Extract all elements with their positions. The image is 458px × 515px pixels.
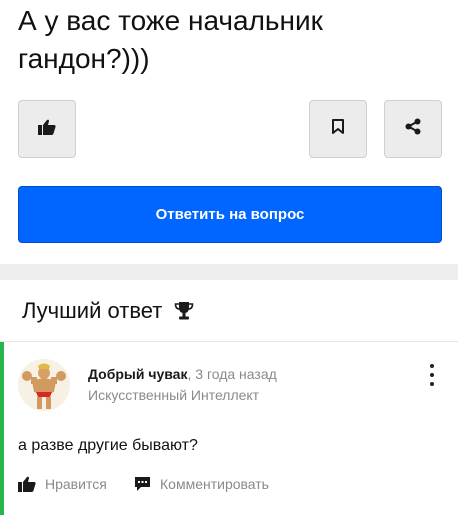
more-options-icon[interactable] xyxy=(424,364,440,386)
author-line: Добрый чувак, 3 года назад xyxy=(88,365,277,383)
comment-button[interactable]: Комментировать xyxy=(134,476,269,492)
answer-text: а разве другие бывают? xyxy=(18,437,198,454)
thumbs-up-icon xyxy=(18,476,36,492)
section-divider xyxy=(0,264,458,280)
comment-label: Комментировать xyxy=(160,476,269,492)
question-title: А у вас тоже начальник гандон?))) xyxy=(18,5,323,74)
like-answer-button[interactable]: Нравится xyxy=(18,476,107,492)
answer-time: , 3 года назад xyxy=(187,366,277,382)
share-button[interactable] xyxy=(384,100,442,158)
author-name[interactable]: Добрый чувак xyxy=(88,366,187,382)
comment-icon xyxy=(134,476,151,492)
like-button[interactable] xyxy=(18,100,76,158)
author-rank: Искусственный Интеллект xyxy=(88,387,260,403)
author-avatar[interactable] xyxy=(18,359,70,411)
best-answer-accent-bar xyxy=(0,342,4,515)
bookmark-button[interactable] xyxy=(309,100,367,158)
bookmark-icon xyxy=(332,119,344,139)
answer-question-button[interactable]: Ответить на вопрос xyxy=(18,186,442,243)
like-answer-label: Нравится xyxy=(45,476,107,492)
best-answer-heading-label: Лучший ответ xyxy=(22,298,163,323)
thumbs-up-icon xyxy=(38,119,56,140)
best-answer-heading: Лучший ответ xyxy=(22,296,194,326)
section-separator xyxy=(0,341,458,342)
trophy-icon xyxy=(174,301,194,321)
share-icon xyxy=(405,118,421,140)
